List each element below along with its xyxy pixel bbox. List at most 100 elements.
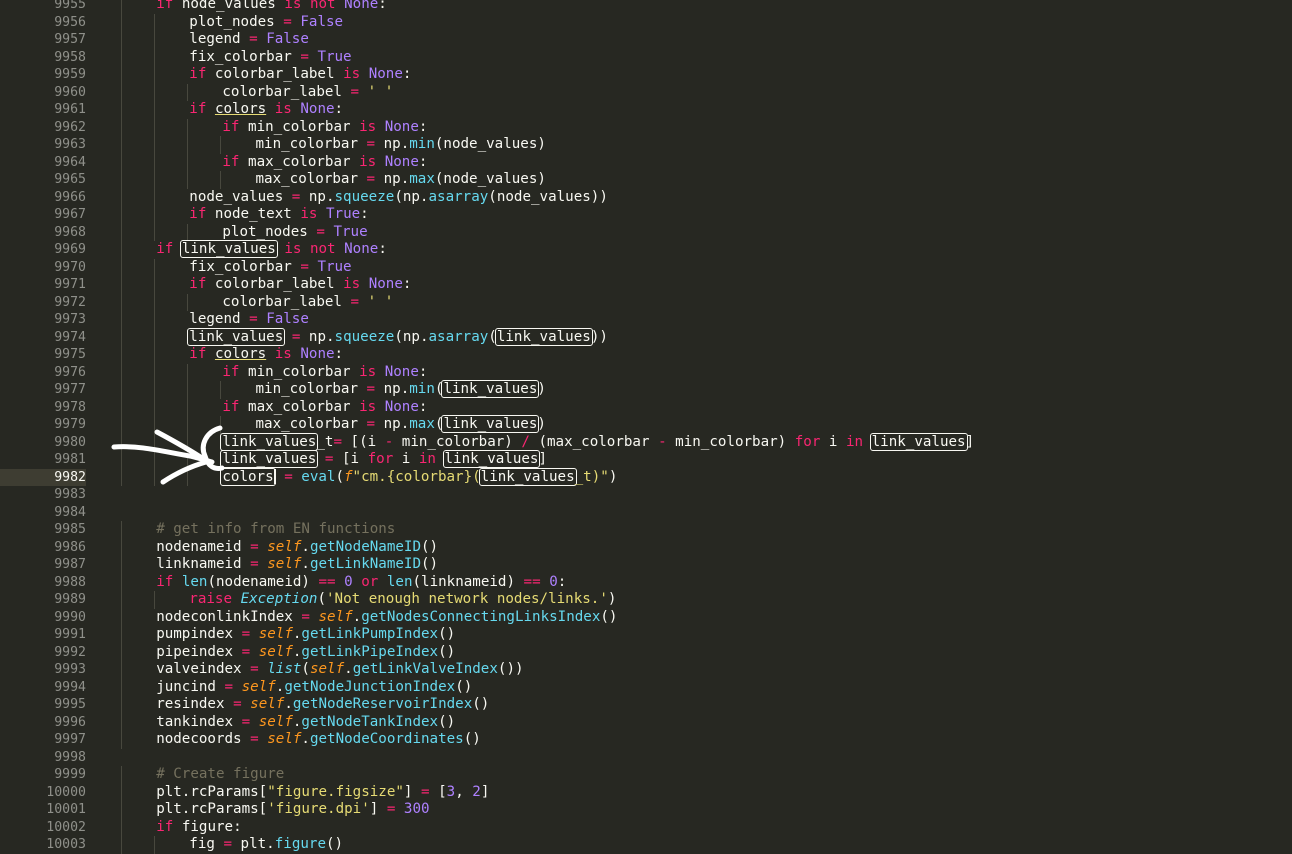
- code-text[interactable]: min_colorbar = np.min(link_values): [256, 380, 546, 399]
- code-line[interactable]: 9964 if max_colorbar is None:: [0, 153, 1292, 172]
- code-text[interactable]: valveindex = list(self.getLinkValveIndex…: [156, 661, 523, 679]
- code-text[interactable]: # get info from EN functions: [156, 521, 395, 539]
- code-line[interactable]: 9999 # Create figure: [0, 766, 1292, 784]
- code-text[interactable]: if max_colorbar is None:: [222, 154, 427, 172]
- code-line[interactable]: 9997 nodecoords = self.getNodeCoordinates…: [0, 731, 1292, 749]
- code-line[interactable]: 9988 if len(nodenameid) == 0 or len(linkn…: [0, 573, 1292, 592]
- code-text[interactable]: link_values = [i for i in link_values]: [220, 450, 547, 469]
- code-text[interactable]: max_colorbar = np.max(link_values): [256, 415, 546, 434]
- code-line[interactable]: 9998: [0, 749, 1292, 767]
- code-line[interactable]: 9985 # get info from EN functions: [0, 521, 1292, 539]
- code-line[interactable]: 9986 nodenameid = self.getNodeNameID(): [0, 538, 1292, 557]
- code-text[interactable]: legend = False: [189, 311, 309, 329]
- code-text[interactable]: juncind = self.getNodeJunctionIndex(): [156, 679, 472, 697]
- code-line[interactable]: 9987 linknameid = self.getLinkNameID(): [0, 556, 1292, 574]
- code-text[interactable]: min_colorbar = np.min(node_values): [256, 136, 546, 154]
- code-line[interactable]: 9961 if colors is None:: [0, 101, 1292, 119]
- code-token: (): [463, 731, 481, 747]
- code-line[interactable]: 9978 if max_colorbar is None:: [0, 398, 1292, 417]
- code-line[interactable]: 9989 raise Exception('Not enough network …: [0, 591, 1292, 609]
- code-line[interactable]: 9991 pumpindex = self.getLinkPumpIndex(): [0, 626, 1292, 644]
- code-line[interactable]: 9996 tankindex = self.getNodeTankIndex(): [0, 713, 1292, 732]
- code-line[interactable]: 9979 max_colorbar = np.max(link_values): [0, 415, 1292, 434]
- code-text[interactable]: legend = False: [189, 31, 309, 49]
- code-line[interactable]: 9984: [0, 504, 1292, 522]
- code-text[interactable]: node_values = np.squeeze(np.asarray(node…: [189, 189, 608, 207]
- code-line[interactable]: 9976 if min_colorbar is None:: [0, 363, 1292, 382]
- indent-guide: [187, 83, 189, 101]
- code-line[interactable]: 9956 plot_nodes = False: [0, 13, 1292, 32]
- code-text[interactable]: if node_values is not None:: [156, 0, 387, 14]
- code-line[interactable]: 9966 node_values = np.squeeze(np.asarray(…: [0, 188, 1292, 207]
- code-text[interactable]: link_values_t= [(i - min_colorbar) / (ma…: [220, 432, 974, 452]
- code-text[interactable]: link_values = np.squeeze(np.asarray(link…: [187, 327, 608, 347]
- code-text[interactable]: colors = eval(f"cm.{colorbar}(link_value…: [220, 467, 617, 487]
- code-text[interactable]: if colors is None:: [189, 101, 343, 119]
- code-text[interactable]: nodenameid = self.getNodeNameID(): [156, 539, 438, 557]
- code-line[interactable]: 9990 nodeconlinkIndex = self.getNodesConn…: [0, 608, 1292, 627]
- code-line[interactable]: 9974 link_values = np.squeeze(np.asarray(…: [0, 327, 1292, 347]
- code-line[interactable]: 9962 if min_colorbar is None:: [0, 118, 1292, 137]
- code-text[interactable]: pipeindex = self.getLinkPipeIndex(): [156, 644, 455, 662]
- code-text[interactable]: if max_colorbar is None:: [222, 399, 427, 417]
- code-line[interactable]: 10001 plt.rcParams['figure.dpi'] = 300: [0, 801, 1292, 819]
- code-line[interactable]: 9981 link_values = [i for i in link_value…: [0, 450, 1292, 469]
- code-line[interactable]: 10000 plt.rcParams["figure.figsize"] = [3…: [0, 783, 1292, 802]
- code-text[interactable]: # Create figure: [156, 766, 284, 784]
- code-line[interactable]: 9969 if link_values is not None:: [0, 240, 1292, 259]
- code-line[interactable]: 9959 if colorbar_label is None:: [0, 66, 1292, 84]
- code-text[interactable]: if len(nodenameid) == 0 or len(linknamei…: [156, 574, 566, 592]
- code-line[interactable]: 9994 juncind = self.getNodeJunctionIndex(…: [0, 678, 1292, 697]
- code-text[interactable]: plot_nodes = True: [222, 224, 367, 242]
- code-text[interactable]: if min_colorbar is None:: [222, 364, 427, 382]
- code-text[interactable]: colorbar_label = ' ': [222, 84, 393, 102]
- code-line[interactable]: 9971 if colorbar_label is None:: [0, 276, 1292, 294]
- code-line[interactable]: 9973 legend = False: [0, 311, 1292, 329]
- code-text[interactable]: plt.rcParams["figure.figsize"] = [3, 2]: [156, 784, 489, 802]
- code-text[interactable]: fix_colorbar = True: [189, 259, 351, 277]
- line-number-text: 9984: [54, 504, 86, 520]
- code-line[interactable]: 9967 if node_text is True:: [0, 206, 1292, 224]
- code-line[interactable]: 9975 if colors is None:: [0, 346, 1292, 364]
- code-text[interactable]: colorbar_label = ' ': [222, 294, 393, 312]
- code-editor[interactable]: 9955 if node_values is not None: 9956 plot_…: [0, 0, 1292, 854]
- code-line[interactable]: 9982 colors = eval(f"cm.{colorbar}(link_v…: [0, 467, 1292, 487]
- code-text[interactable]: if link_values is not None:: [156, 240, 387, 259]
- code-text[interactable]: plt.rcParams['figure.dpi'] = 300: [156, 801, 429, 819]
- code-line[interactable]: 9977 min_colorbar = np.min(link_values): [0, 380, 1292, 399]
- code-line[interactable]: 10003 fig = plt.figure(): [0, 836, 1292, 854]
- code-text[interactable]: max_colorbar = np.max(node_values): [256, 171, 546, 189]
- code-text[interactable]: if figure:: [156, 819, 241, 837]
- code-line[interactable]: 9963 min_colorbar = np.min(node_values): [0, 136, 1292, 154]
- code-text[interactable]: if colors is None:: [189, 346, 343, 364]
- code-line[interactable]: 9993 valveindex = list(self.getLinkValveI…: [0, 661, 1292, 679]
- code-text[interactable]: raise Exception('Not enough network node…: [189, 591, 616, 609]
- code-text[interactable]: if colorbar_label is None:: [189, 276, 411, 294]
- code-line[interactable]: 9957 legend = False: [0, 31, 1292, 49]
- code-text[interactable]: linknameid = self.getLinkNameID(): [156, 556, 438, 574]
- code-line[interactable]: 9955 if node_values is not None:: [0, 0, 1292, 14]
- code-line[interactable]: 9992 pipeindex = self.getLinkPipeIndex(): [0, 643, 1292, 662]
- code-text[interactable]: pumpindex = self.getLinkPumpIndex(): [156, 626, 455, 644]
- code-token: (): [438, 626, 456, 642]
- code-line[interactable]: 9960 colorbar_label = ' ': [0, 83, 1292, 102]
- code-text[interactable]: fix_colorbar = True: [189, 49, 351, 67]
- code-text[interactable]: nodecoords = self.getNodeCoordinates(): [156, 731, 481, 749]
- code-line[interactable]: 9983: [0, 486, 1292, 504]
- code-text[interactable]: tankindex = self.getNodeTankIndex(): [156, 714, 455, 732]
- code-line[interactable]: 9965 max_colorbar = np.max(node_values): [0, 171, 1292, 189]
- code-text[interactable]: if min_colorbar is None:: [222, 119, 427, 137]
- code-line[interactable]: 9968 plot_nodes = True: [0, 223, 1292, 242]
- code-text[interactable]: resindex = self.getNodeReservoirIndex(): [156, 696, 489, 714]
- code-line[interactable]: 9980 link_values_t= [(i - min_colorbar) /…: [0, 432, 1292, 452]
- code-text[interactable]: nodeconlinkIndex = self.getNodesConnecti…: [156, 609, 617, 627]
- code-text[interactable]: if node_text is True:: [189, 206, 368, 224]
- code-line[interactable]: 9958 fix_colorbar = True: [0, 48, 1292, 67]
- code-line[interactable]: 9972 colorbar_label = ' ': [0, 293, 1292, 312]
- code-text[interactable]: if colorbar_label is None:: [189, 66, 411, 84]
- code-line[interactable]: 9995 resindex = self.getNodeReservoirInde…: [0, 696, 1292, 714]
- code-text[interactable]: plot_nodes = False: [189, 14, 343, 32]
- code-text[interactable]: fig = plt.figure(): [189, 836, 343, 854]
- code-line[interactable]: 10002 if figure:: [0, 818, 1292, 837]
- code-line[interactable]: 9970 fix_colorbar = True: [0, 258, 1292, 277]
